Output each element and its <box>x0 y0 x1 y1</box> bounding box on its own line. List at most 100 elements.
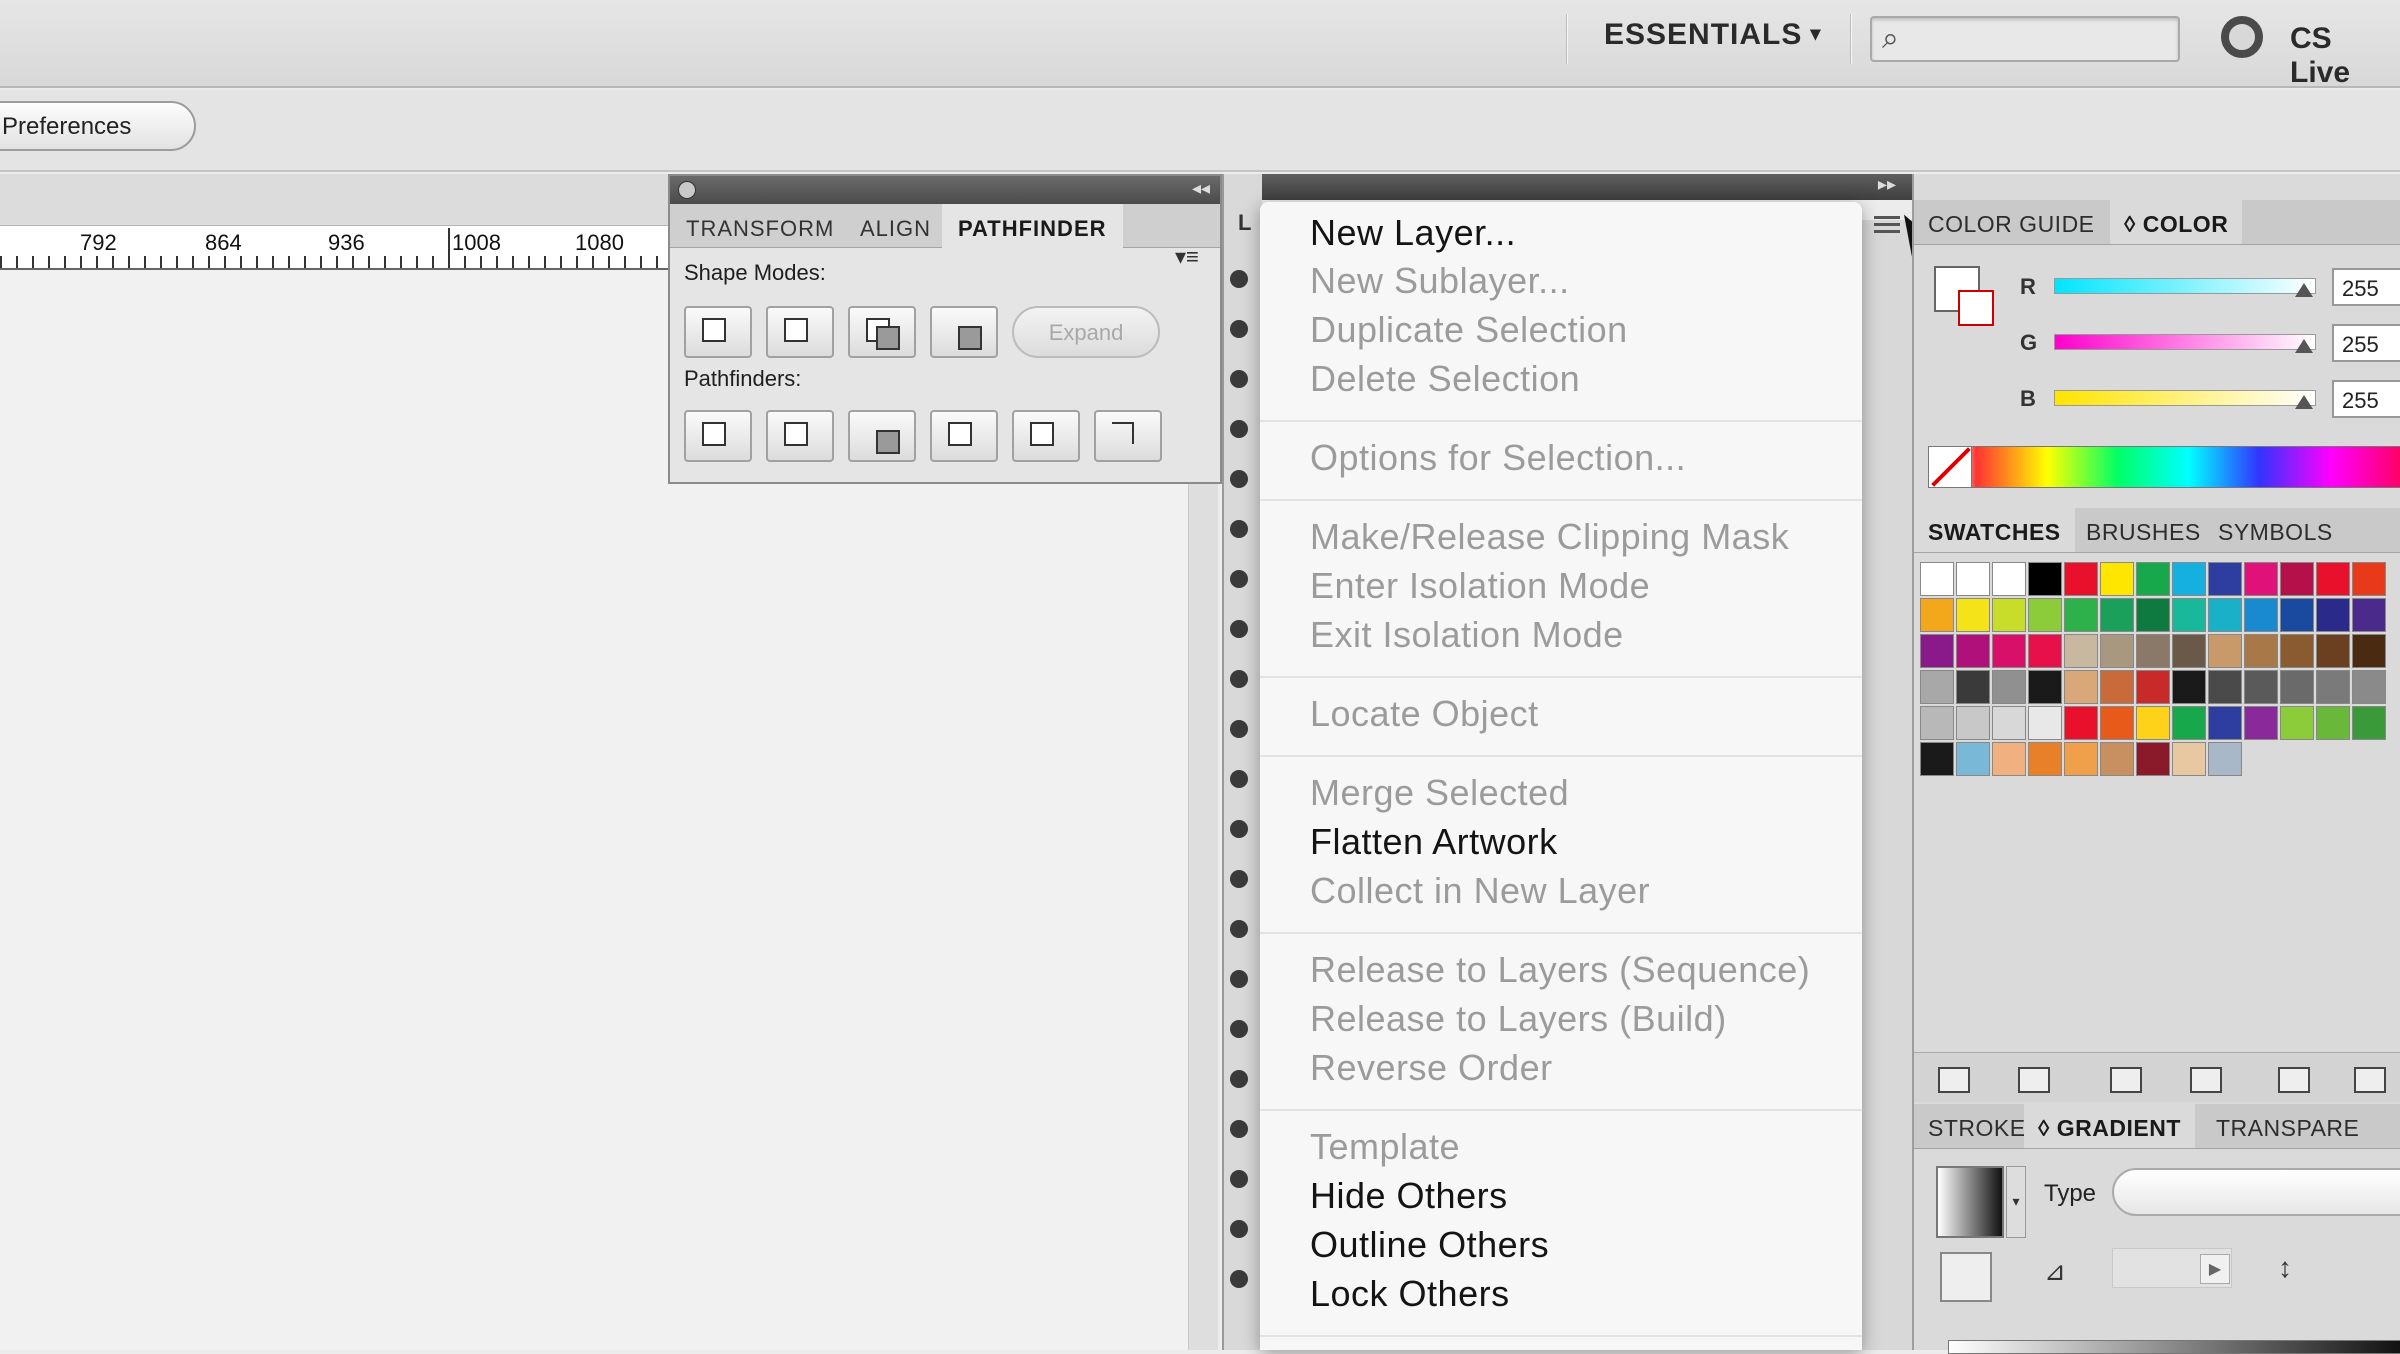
tab-gradient[interactable]: ◊ GRADIENT <box>2024 1104 2195 1148</box>
visibility-eye-icon[interactable] <box>1230 620 1248 638</box>
tab-color-guide[interactable]: COLOR GUIDE <box>1914 200 2109 244</box>
swatch[interactable] <box>2352 634 2386 668</box>
visibility-eye-icon[interactable] <box>1230 870 1248 888</box>
blue-slider[interactable] <box>2054 390 2316 409</box>
swatch[interactable] <box>2100 670 2134 704</box>
visibility-eye-icon[interactable] <box>1230 520 1248 538</box>
swatch[interactable] <box>2136 598 2170 632</box>
gradient-type-select[interactable] <box>2112 1168 2400 1216</box>
swatch[interactable] <box>2316 634 2350 668</box>
swatch[interactable] <box>2136 670 2170 704</box>
swatch[interactable] <box>2280 670 2314 704</box>
red-slider[interactable] <box>2054 278 2316 297</box>
swatch[interactable] <box>1956 670 1990 704</box>
swatch[interactable] <box>2280 634 2314 668</box>
visibility-eye-icon[interactable] <box>1230 1270 1248 1288</box>
swatch[interactable] <box>2244 706 2278 740</box>
visibility-eye-icon[interactable] <box>1230 1220 1248 1238</box>
workspace-switcher[interactable]: ESSENTIALS ▾ <box>1604 18 1821 52</box>
swatch[interactable] <box>2028 634 2062 668</box>
menu-item-flatten-artwork[interactable]: Flatten Artwork <box>1310 821 1558 863</box>
visibility-eye-icon[interactable] <box>1230 920 1248 938</box>
visibility-eye-icon[interactable] <box>1230 320 1248 338</box>
swatch[interactable] <box>2280 598 2314 632</box>
swatch[interactable] <box>2208 706 2242 740</box>
trash-icon[interactable] <box>2354 1067 2386 1093</box>
swatch[interactable] <box>2064 562 2098 596</box>
menu-item-new-layer[interactable]: New Layer... <box>1310 212 1516 254</box>
trim-button[interactable] <box>766 410 834 462</box>
swatch[interactable] <box>2100 634 2134 668</box>
swatch[interactable] <box>1956 562 1990 596</box>
panel-menu-icon[interactable]: ▾≡ <box>1175 244 1199 270</box>
visibility-eye-icon[interactable] <box>1230 670 1248 688</box>
color-spectrum-bar[interactable] <box>1928 446 2400 488</box>
swatch[interactable] <box>2316 670 2350 704</box>
unite-button[interactable] <box>684 306 752 358</box>
menu-item-lock-others[interactable]: Lock Others <box>1310 1273 1510 1315</box>
swatch[interactable] <box>2100 742 2134 776</box>
swatch[interactable] <box>2136 706 2170 740</box>
tab-stroke[interactable]: STROKE <box>1914 1104 2040 1148</box>
swatch[interactable] <box>2244 670 2278 704</box>
swatch[interactable] <box>2352 670 2386 704</box>
menu-item-hide-others[interactable]: Hide Others <box>1310 1175 1508 1217</box>
collapse-icon[interactable]: ◂◂ <box>1192 178 1210 199</box>
swatch[interactable] <box>2064 706 2098 740</box>
panel-title-bar[interactable]: ◂◂ <box>670 176 1220 204</box>
swatch[interactable] <box>2316 562 2350 596</box>
show-swatch-kinds-icon[interactable] <box>2018 1067 2050 1093</box>
visibility-eye-icon[interactable] <box>1230 1070 1248 1088</box>
green-slider[interactable] <box>2054 334 2316 353</box>
layers-panel-title-bar[interactable]: ▸▸ <box>1222 174 1912 200</box>
visibility-eye-icon[interactable] <box>1230 570 1248 588</box>
tab-align[interactable]: ALIGN <box>844 204 947 248</box>
minus-back-button[interactable] <box>1094 410 1162 462</box>
visibility-eye-icon[interactable] <box>1230 770 1248 788</box>
tab-color[interactable]: ◊ COLOR <box>2110 200 2243 244</box>
swatch[interactable] <box>2316 598 2350 632</box>
swatch[interactable] <box>2100 598 2134 632</box>
swatch[interactable] <box>1920 634 1954 668</box>
new-swatch-icon[interactable] <box>2278 1067 2310 1093</box>
swatch[interactable] <box>2028 598 2062 632</box>
close-icon[interactable] <box>678 181 696 199</box>
green-value-field[interactable]: 255 <box>2332 324 2400 362</box>
preferences-button[interactable]: Preferences <box>0 101 196 151</box>
swatch[interactable] <box>2352 562 2386 596</box>
swatch[interactable] <box>1956 634 1990 668</box>
divide-button[interactable] <box>684 410 752 462</box>
swatch[interactable] <box>1956 706 1990 740</box>
swatch[interactable] <box>1992 634 2026 668</box>
gradient-swatch[interactable] <box>1936 1166 2004 1238</box>
tab-symbols[interactable]: SYMBOLS <box>2204 508 2347 552</box>
visibility-eye-icon[interactable] <box>1230 270 1248 288</box>
cs-live-icon[interactable] <box>2221 16 2263 58</box>
swatch[interactable] <box>2064 742 2098 776</box>
cs-live-button[interactable]: CS Live <box>2290 22 2400 90</box>
swatch[interactable] <box>1956 742 1990 776</box>
swatch[interactable] <box>2064 598 2098 632</box>
intersect-button[interactable] <box>848 306 916 358</box>
new-color-group-icon[interactable] <box>2190 1067 2222 1093</box>
collapse-icon[interactable]: ▸▸ <box>1878 174 1896 195</box>
swatch[interactable] <box>2172 598 2206 632</box>
swatch[interactable] <box>2172 562 2206 596</box>
gradient-slider[interactable] <box>1948 1340 2400 1354</box>
slider-thumb[interactable] <box>2295 283 2313 297</box>
visibility-eye-icon[interactable] <box>1230 420 1248 438</box>
reverse-gradient-icon[interactable] <box>1940 1252 1992 1302</box>
visibility-eye-icon[interactable] <box>1230 1170 1248 1188</box>
swatch[interactable] <box>2352 706 2386 740</box>
visibility-eye-icon[interactable] <box>1230 470 1248 488</box>
search-input[interactable]: ⌕ <box>1870 16 2180 62</box>
tab-brushes[interactable]: BRUSHES <box>2072 508 2215 552</box>
swatch[interactable] <box>2244 598 2278 632</box>
swatch[interactable] <box>1920 742 1954 776</box>
visibility-eye-icon[interactable] <box>1230 820 1248 838</box>
swatch[interactable] <box>2244 562 2278 596</box>
swatch[interactable] <box>2172 706 2206 740</box>
swatch[interactable] <box>2280 562 2314 596</box>
swatch[interactable] <box>2208 634 2242 668</box>
chevron-down-icon[interactable]: ▾ <box>2006 1166 2026 1238</box>
